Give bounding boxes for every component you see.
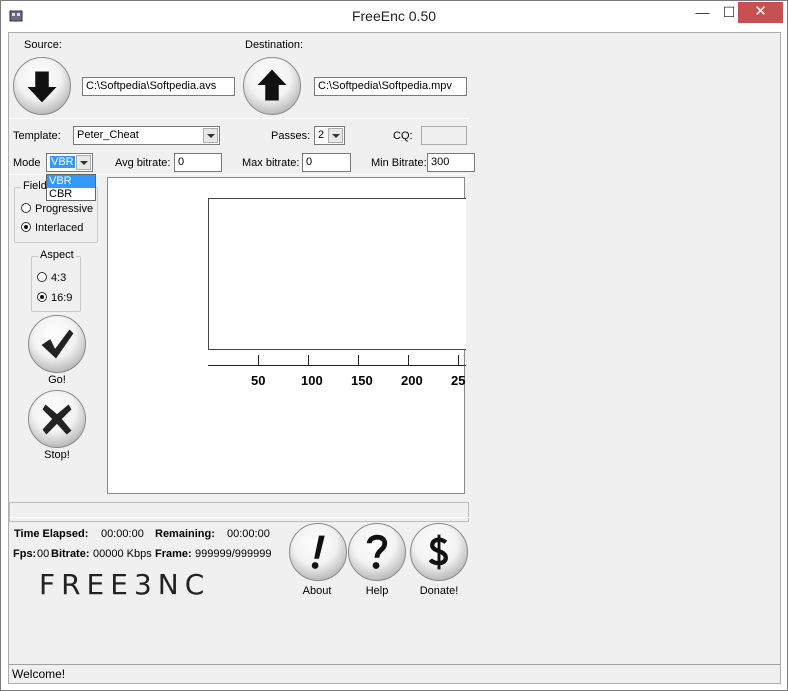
passes-value: 2 <box>318 129 325 141</box>
max-bitrate-label: Max bitrate: <box>242 157 300 169</box>
graph-tick-label: 100 <box>301 373 323 388</box>
arrow-up-icon <box>257 69 287 101</box>
x-icon <box>42 404 72 435</box>
mode-value: VBR <box>50 156 75 168</box>
stop-label: Stop! <box>44 449 70 461</box>
minimize-button[interactable]: — <box>689 2 716 23</box>
go-button[interactable] <box>28 315 86 373</box>
time-elapsed-label: Time Elapsed: <box>14 528 89 540</box>
help-button[interactable] <box>348 523 406 581</box>
bitrate-graph[interactable]: 50 100 150 200 25 <box>107 177 466 494</box>
destination-path-field[interactable]: C:\Softpedia\Softpedia.mpv <box>314 77 467 96</box>
go-label: Go! <box>48 374 66 386</box>
about-label: About <box>302 585 332 597</box>
radio-icon <box>21 203 31 213</box>
radio-interlaced-label: Interlaced <box>35 222 84 234</box>
title-bar[interactable]: FreeEnc 0.50 — ☐ ✕ <box>1 1 787 32</box>
remaining-value: 00:00:00 <box>227 528 270 540</box>
graph-tick <box>258 355 259 365</box>
time-elapsed-value: 00:00:00 <box>101 528 144 540</box>
separator <box>9 118 469 119</box>
radio-progressive[interactable]: Progressive <box>21 203 93 215</box>
about-button[interactable] <box>289 523 347 581</box>
bitrate-stat-label: Bitrate: <box>51 548 90 560</box>
window-title: FreeEnc 0.50 <box>351 8 437 24</box>
min-bitrate-field[interactable]: 300 <box>427 153 475 172</box>
mode-select[interactable]: VBR <box>46 153 93 172</box>
template-select[interactable]: Peter_Cheat <box>73 126 220 145</box>
min-bitrate-label: Min Bitrate: <box>371 157 427 169</box>
close-button[interactable]: ✕ <box>738 2 783 23</box>
radio-aspect-16-9-label: 16:9 <box>51 292 73 304</box>
stop-button[interactable] <box>28 390 86 448</box>
avg-bitrate-label: Avg bitrate: <box>115 157 171 169</box>
avg-bitrate-field[interactable]: 0 <box>174 153 222 172</box>
aspect-group: Aspect 4:3 16:9 <box>31 249 81 312</box>
help-label: Help <box>365 585 389 597</box>
dollar-icon <box>428 534 448 570</box>
bitrate-stat-value: 00000 Kbps <box>93 548 152 560</box>
remaining-label: Remaining: <box>155 528 215 540</box>
graph-tick <box>308 355 309 365</box>
cq-field[interactable] <box>421 126 467 145</box>
arrow-down-icon <box>27 71 57 103</box>
passes-select[interactable]: 2 <box>314 126 345 145</box>
status-bar: Welcome! <box>9 664 780 683</box>
aspect-group-title: Aspect <box>38 249 76 261</box>
mode-label: Mode <box>13 157 41 169</box>
template-label: Template: <box>13 130 61 142</box>
max-bitrate-field[interactable]: 0 <box>302 153 351 172</box>
radio-interlaced[interactable]: Interlaced <box>21 222 83 234</box>
question-icon <box>366 534 388 569</box>
mode-dropdown-list[interactable]: VBR CBR <box>46 174 96 201</box>
graph-tick <box>358 355 359 365</box>
cq-label: CQ: <box>393 130 413 142</box>
graph-tick-label: 150 <box>351 373 373 388</box>
radio-aspect-4-3[interactable]: 4:3 <box>37 272 66 284</box>
graph-tick <box>458 355 459 365</box>
donate-label: Donate! <box>419 585 459 597</box>
radio-aspect-4-3-label: 4:3 <box>51 272 67 284</box>
fps-value: 00 <box>37 548 50 560</box>
radio-progressive-label: Progressive <box>35 203 94 215</box>
graph-tick-label: 50 <box>251 373 266 388</box>
source-browse-button[interactable] <box>13 57 71 115</box>
destination-browse-button[interactable] <box>243 57 301 115</box>
chevron-down-icon[interactable] <box>328 128 343 143</box>
graph-tick <box>408 355 409 365</box>
donate-button[interactable] <box>410 523 468 581</box>
mode-option-cbr[interactable]: CBR <box>47 188 95 201</box>
fps-label: Fps: <box>13 548 37 560</box>
exclamation-icon <box>311 535 325 569</box>
chevron-down-icon[interactable] <box>203 128 218 143</box>
graph-plot-area <box>208 198 466 350</box>
source-label: Source: <box>24 39 62 51</box>
graph-x-axis <box>208 365 466 366</box>
mode-option-vbr[interactable]: VBR <box>47 175 95 188</box>
chevron-down-icon[interactable] <box>76 155 91 170</box>
field-group-title: Field <box>21 180 49 192</box>
radio-selected-icon <box>37 292 47 302</box>
checkmark-icon <box>41 329 74 359</box>
frame-label: Frame: <box>155 548 192 560</box>
frame-value: 999999/999999 <box>195 548 272 560</box>
client-area: Source: C:\Softpedia\Softpedia.avs Desti… <box>8 32 781 684</box>
passes-label: Passes: <box>271 130 311 142</box>
radio-aspect-16-9[interactable]: 16:9 <box>37 292 72 304</box>
template-value: Peter_Cheat <box>77 129 139 141</box>
progress-bar <box>9 502 469 522</box>
source-path-field[interactable]: C:\Softpedia\Softpedia.avs <box>82 77 235 96</box>
graph-tick-label: 25 <box>451 373 466 388</box>
destination-label: Destination: <box>245 39 304 51</box>
radio-selected-icon <box>21 222 31 232</box>
graph-tick-label: 200 <box>401 373 423 388</box>
separator <box>9 517 469 518</box>
radio-icon <box>37 272 47 282</box>
freeenc-logo: FREE3NC <box>39 568 211 601</box>
main-window: FreeEnc 0.50 — ☐ ✕ Source: C:\Softpedia\… <box>0 0 788 691</box>
